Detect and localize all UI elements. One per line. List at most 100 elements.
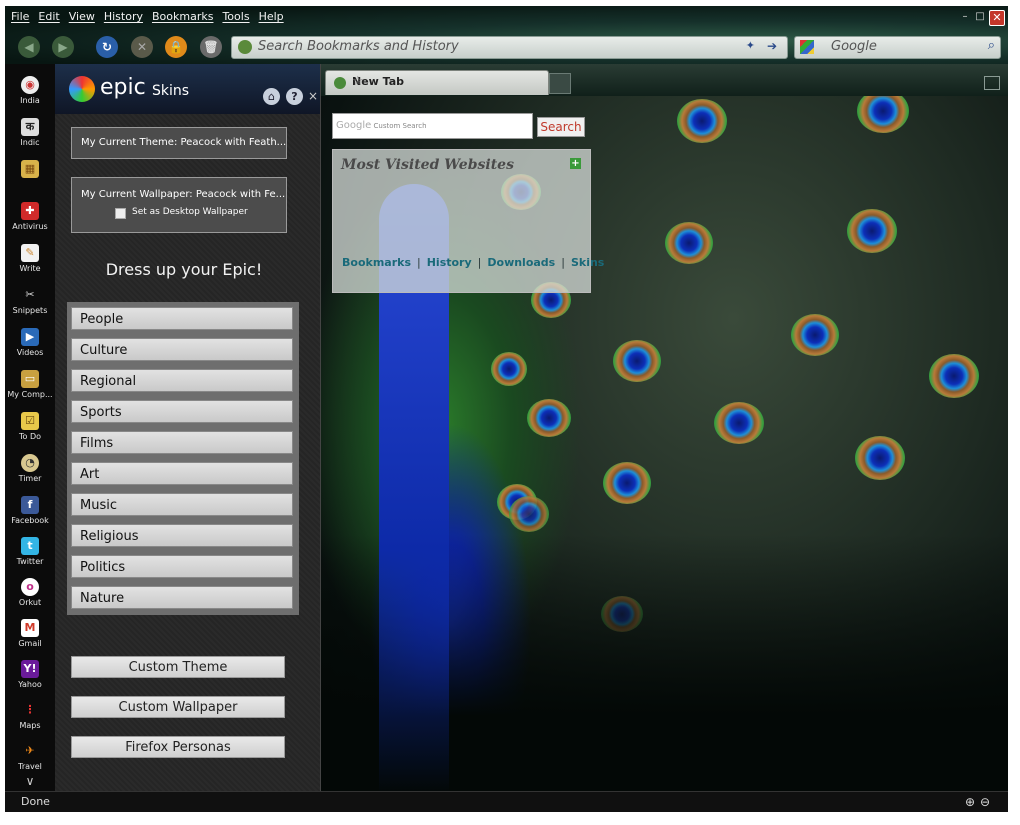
back-button[interactable]: ◀ [18, 36, 40, 58]
sidebar-item-maps[interactable]: ⋮ Maps [5, 701, 55, 730]
forward-button[interactable]: ▶ [52, 36, 74, 58]
sidebar-item-twitter[interactable]: t Twitter [5, 537, 55, 566]
gmail-icon: M [21, 619, 39, 637]
help-icon[interactable]: ? [286, 88, 303, 105]
sidebar-item-label: Indic [20, 138, 40, 147]
sidebar-item-facebook[interactable]: f Facebook [5, 496, 55, 525]
trash-button[interactable]: 🗑 [200, 36, 222, 58]
stop-button[interactable]: ✕ [131, 36, 153, 58]
menu-bookmarks[interactable]: Bookmarks [152, 10, 213, 28]
go-arrow-icon[interactable]: ➔ [767, 39, 777, 53]
sidebar-item-skins[interactable]: ▦ [5, 160, 55, 178]
category-art[interactable]: Art [71, 462, 293, 485]
google-engine-icon[interactable] [800, 40, 814, 54]
site-identity-icon [238, 40, 252, 54]
travel-icon: ✈ [25, 744, 35, 757]
sidebar-item-india[interactable]: ◉ India [5, 76, 55, 105]
write-icon: ✎ [21, 244, 39, 262]
category-religious[interactable]: Religious [71, 524, 293, 547]
zoom-out-icon[interactable]: ⊖ [980, 795, 990, 809]
sidebar-item-travel[interactable]: ✈ Travel [5, 742, 55, 771]
custom-wallpaper-button[interactable]: Custom Wallpaper [71, 696, 285, 718]
link-downloads[interactable]: Downloads [487, 256, 555, 269]
zoom-in-icon[interactable]: ⊕ [965, 795, 975, 809]
trash-icon: 🗑 [203, 40, 219, 54]
search-box[interactable]: Google ⌕ [794, 36, 1001, 59]
sidebar-item-yahoo[interactable]: Y! Yahoo [5, 660, 55, 689]
url-bar[interactable]: Search Bookmarks and History ➔ ✦ [231, 36, 788, 59]
lock-icon: 🔒 [168, 40, 184, 54]
menu-edit[interactable]: Edit [38, 10, 59, 28]
sidebar-item-my-computer[interactable]: ▭ My Comp... [5, 370, 55, 399]
new-tab-button[interactable] [549, 73, 571, 94]
sidebar-item-write[interactable]: ✎ Write [5, 244, 55, 273]
link-skins[interactable]: Skins [571, 256, 604, 269]
close-panel-icon[interactable]: × [308, 89, 318, 103]
security-button[interactable]: 🔒 [165, 36, 187, 58]
close-window-button[interactable]: ✕ [989, 10, 1005, 26]
link-bookmarks[interactable]: Bookmarks [342, 256, 411, 269]
link-history[interactable]: History [427, 256, 472, 269]
twitter-icon: t [21, 537, 39, 555]
sidebar-scroll-down-icon[interactable]: ∨ [5, 774, 55, 788]
current-wallpaper-button[interactable]: My Current Wallpaper: Peacock with Fe...… [71, 177, 287, 233]
category-regional[interactable]: Regional [71, 369, 293, 392]
category-people[interactable]: People [71, 307, 293, 330]
menu-view[interactable]: View [69, 10, 95, 28]
sidebar-item-label: Gmail [18, 639, 42, 648]
skins-panel: epic Skins ⌂ ? × My Current Theme: Peaco… [55, 64, 321, 791]
add-icon[interactable]: + [570, 158, 581, 169]
tab-list-icon[interactable] [984, 76, 1000, 90]
category-sports[interactable]: Sports [71, 400, 293, 423]
sidebar-item-indic[interactable]: क Indic [5, 118, 55, 147]
sidebar-item-videos[interactable]: ▶ Videos [5, 328, 55, 357]
stop-icon: ✕ [136, 40, 148, 54]
forward-arrow-icon: ▶ [58, 40, 68, 54]
category-politics[interactable]: Politics [71, 555, 293, 578]
sidebar-item-antivirus[interactable]: ✚ Antivirus [5, 202, 55, 231]
sidebar-item-label: Twitter [16, 557, 44, 566]
menu-history[interactable]: History [104, 10, 143, 28]
sidebar-item-label: Antivirus [12, 222, 48, 231]
sidebar-item-gmail[interactable]: M Gmail [5, 619, 55, 648]
custom-search-placeholder: Google Custom Search [336, 120, 427, 131]
content-area: New Tab ☆ Google Custom Search Search Mo… [321, 64, 1008, 791]
videos-icon: ▶ [21, 328, 39, 346]
home-icon[interactable]: ⌂ [263, 88, 280, 105]
category-list: People Culture Regional Sports Films Art… [67, 302, 299, 615]
bookmark-star-icon[interactable]: ✦ [746, 39, 755, 52]
category-films[interactable]: Films [71, 431, 293, 454]
category-culture[interactable]: Culture [71, 338, 293, 361]
sidebar-item-label: Facebook [11, 516, 49, 525]
sidebar-item-todo[interactable]: ☑ To Do [5, 412, 55, 441]
url-placeholder: Search Bookmarks and History [258, 39, 459, 54]
minimize-button[interactable]: – [959, 11, 971, 22]
custom-theme-button[interactable]: Custom Theme [71, 656, 285, 678]
timer-icon: ◔ [21, 454, 39, 472]
sidebar-item-timer[interactable]: ◔ Timer [5, 454, 55, 483]
custom-search-input[interactable]: Google Custom Search [332, 113, 533, 139]
menu-tools[interactable]: Tools [222, 10, 249, 28]
menu-help[interactable]: Help [259, 10, 284, 28]
current-theme-button[interactable]: My Current Theme: Peacock with Feath... [71, 127, 287, 159]
maximize-button[interactable]: □ [974, 11, 986, 22]
browser-window: File Edit View History Bookmarks Tools H… [5, 6, 1008, 812]
search-icon[interactable]: ⌕ [988, 38, 995, 53]
toolbar-area: File Edit View History Bookmarks Tools H… [5, 6, 1008, 64]
tab-bookmark-star-icon[interactable]: ☆ [352, 74, 544, 89]
tab-new-tab[interactable]: New Tab ☆ [325, 70, 549, 95]
custom-search-button[interactable]: Search [537, 117, 585, 137]
sidebar-item-snippets[interactable]: ✂ Snippets [5, 286, 55, 315]
desktop-wallpaper-checkbox[interactable] [115, 208, 126, 219]
todo-icon: ☑ [21, 412, 39, 430]
reload-button[interactable]: ↻ [96, 36, 118, 58]
firefox-personas-button[interactable]: Firefox Personas [71, 736, 285, 758]
sidebar-item-label: Write [19, 264, 41, 273]
sidebar-icon-bar: ◉ India क Indic ▦ ✚ Antivirus ✎ Write ✂ Snipp… [5, 64, 55, 791]
status-text: Done [21, 795, 50, 808]
sidebar-item-orkut[interactable]: o Orkut [5, 578, 55, 607]
category-music[interactable]: Music [71, 493, 293, 516]
google-logo: Google [336, 120, 372, 131]
category-nature[interactable]: Nature [71, 586, 293, 609]
menu-file[interactable]: File [11, 10, 29, 28]
